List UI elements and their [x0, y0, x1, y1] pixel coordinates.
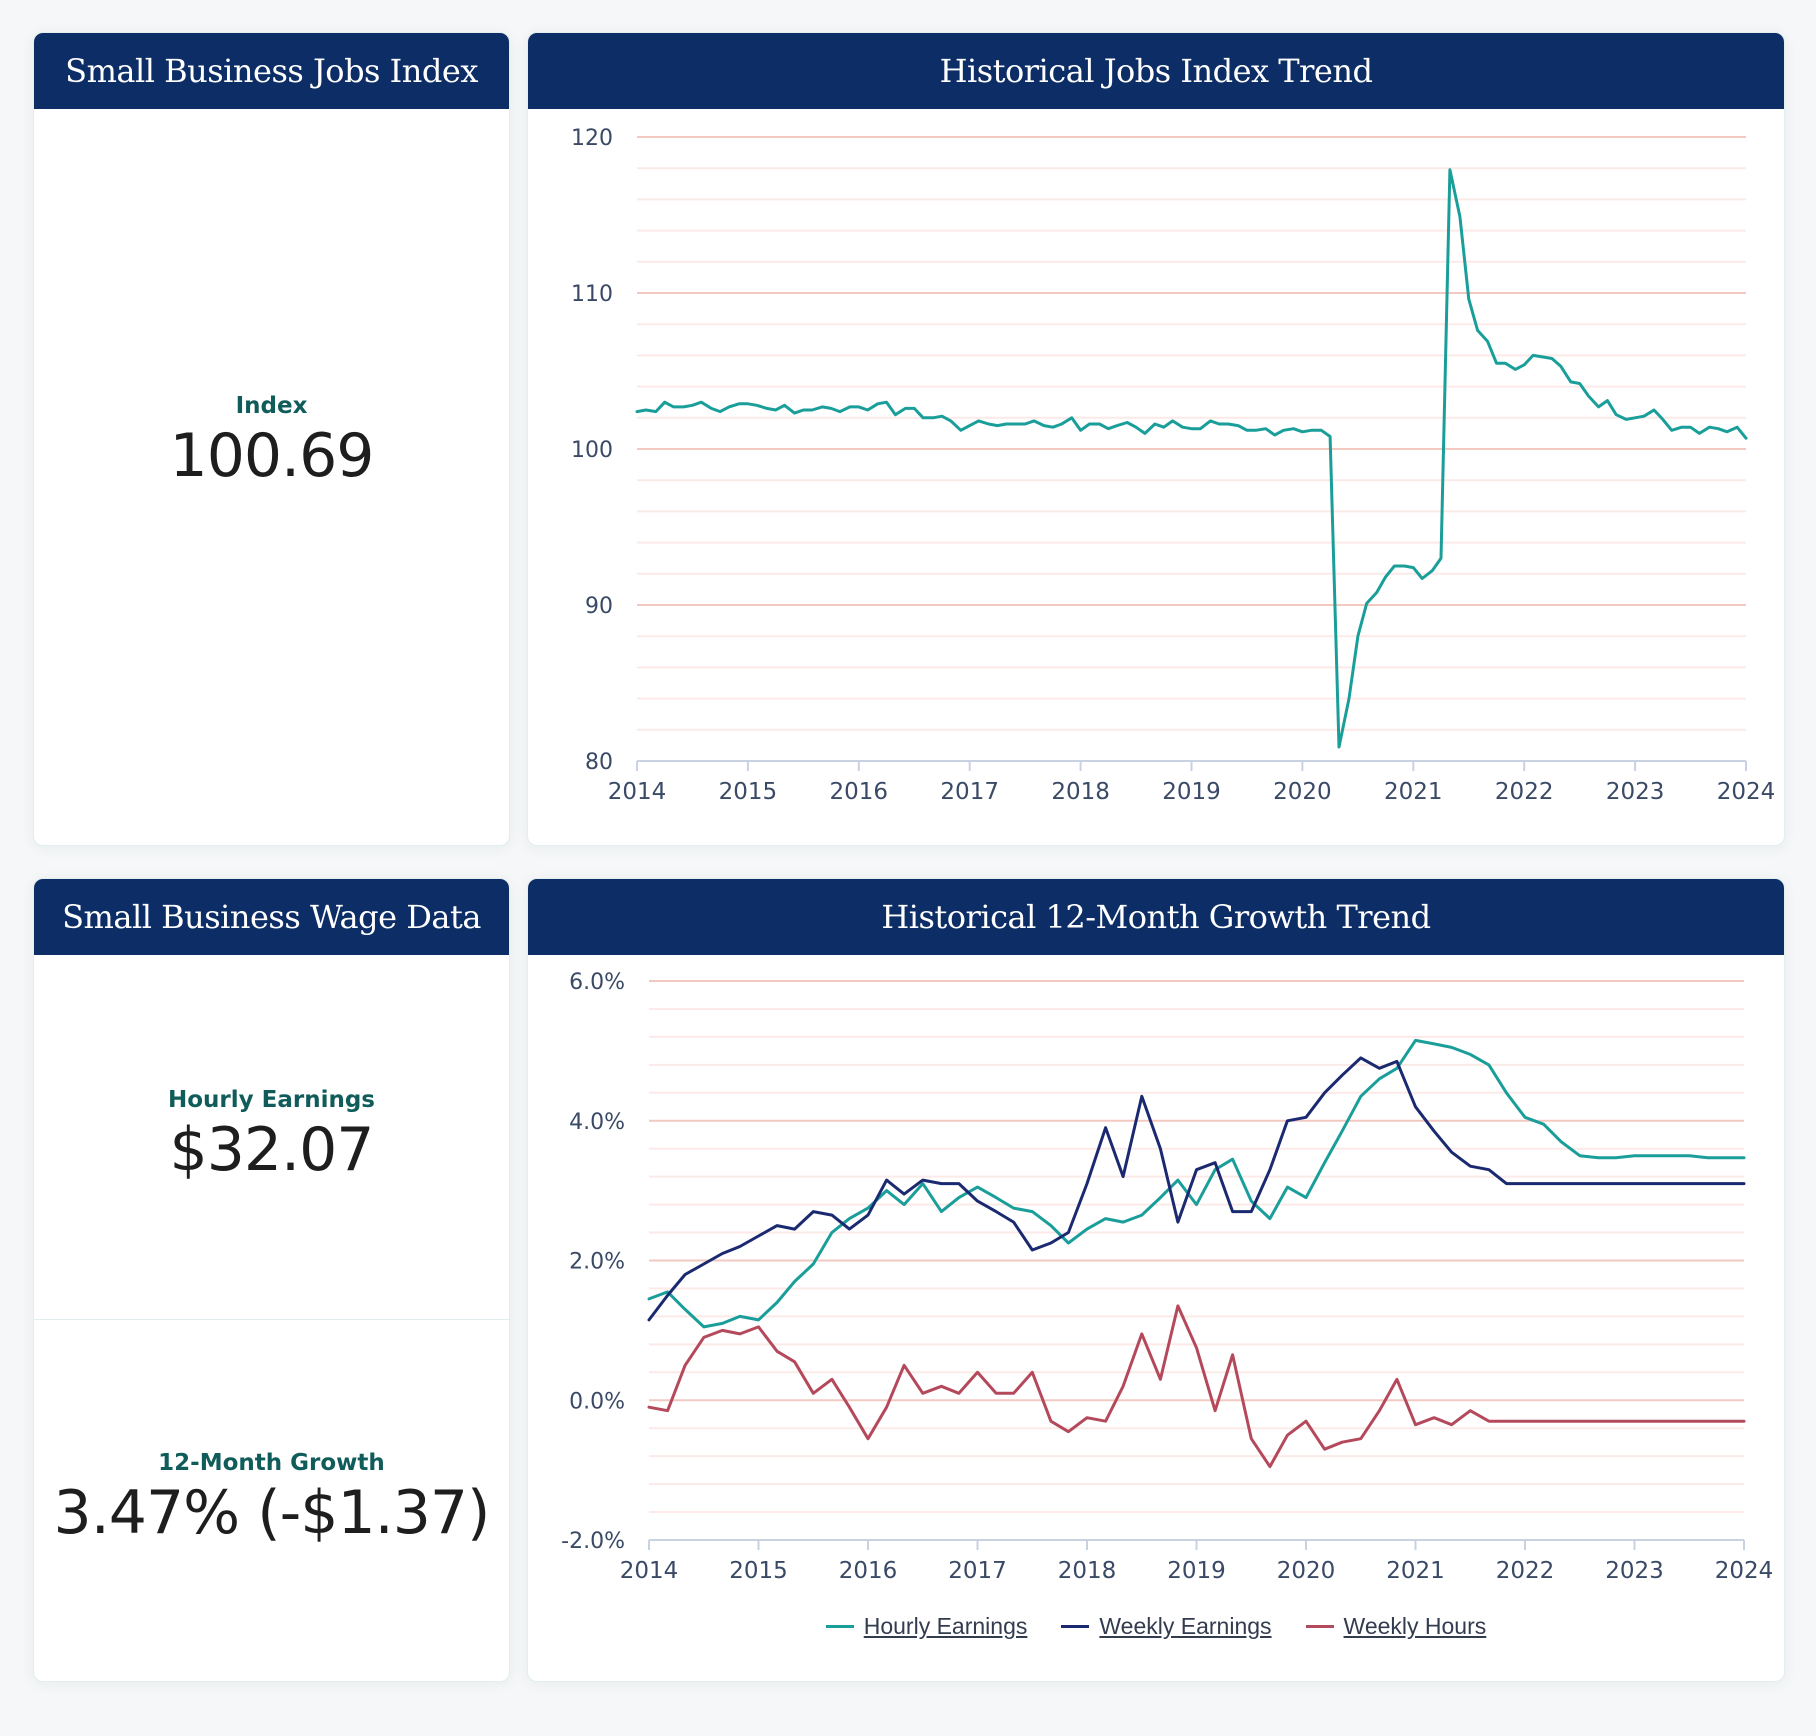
wage-data-card-title: Small Business Wage Data [34, 879, 509, 955]
x-tick-label: 2020 [1273, 779, 1332, 805]
y-tick-label: 110 [571, 282, 613, 307]
x-tick-label: 2017 [940, 779, 999, 805]
chart-legend: Hourly Earnings Weekly Earnings Weekly H… [528, 1613, 1784, 1640]
x-tick-label: 2016 [830, 779, 889, 805]
y-tick-label: 0.0% [569, 1389, 625, 1414]
y-tick-label: 100 [571, 438, 613, 463]
wage-data-card: Small Business Wage Data Hourly Earnings… [33, 878, 510, 1682]
y-tick-label: 4.0% [569, 1110, 625, 1135]
legend-label-weekly-earnings: Weekly Earnings [1099, 1613, 1272, 1639]
legend-item-weekly-earnings[interactable]: Weekly Earnings [1061, 1613, 1272, 1640]
hourly-earnings-metric: Hourly Earnings $32.07 [34, 1087, 509, 1185]
metric-divider [34, 1319, 509, 1320]
legend-swatch-weekly-earnings [1061, 1625, 1090, 1628]
x-tick-label: 2017 [948, 1558, 1007, 1584]
x-tick-label: 2018 [1058, 1558, 1117, 1584]
x-tick-label: 2018 [1051, 779, 1110, 805]
jobs-trend-card: Historical Jobs Index Trend 80 90 100 110 12… [527, 32, 1785, 846]
y-tick-label: 80 [585, 750, 613, 775]
y-tick-label: -2.0% [561, 1529, 625, 1554]
legend-label-hourly-earnings: Hourly Earnings [863, 1613, 1028, 1639]
x-tick-label: 2022 [1495, 779, 1554, 805]
jobs-index-card: Small Business Jobs Index Index 100.69 [33, 32, 510, 846]
x-tick-label: 2014 [620, 1558, 679, 1584]
growth-trend-card: Historical 12-Month Growth Trend -2.0% 0.… [527, 878, 1785, 1682]
y-tick-label: 6.0% [569, 970, 625, 995]
x-tick-label: 2023 [1605, 1558, 1664, 1584]
series-line-jobs-index [635, 168, 1748, 749]
x-tick-label: 2016 [839, 1558, 898, 1584]
x-tick-label: 2020 [1277, 1558, 1336, 1584]
y-tick-label: 90 [585, 594, 613, 619]
series-line-weekly-hours [647, 1304, 1746, 1469]
x-tick-label: 2022 [1496, 1558, 1555, 1584]
x-tick-label: 2021 [1386, 1558, 1445, 1584]
legend-item-weekly-hours[interactable]: Weekly Hours [1305, 1613, 1487, 1640]
y-tick-label: 2.0% [569, 1250, 625, 1275]
growth-trend-card-title: Historical 12-Month Growth Trend [528, 879, 1784, 955]
legend-label-weekly-hours: Weekly Hours [1343, 1613, 1487, 1639]
hourly-earnings-label: Hourly Earnings [167, 1087, 375, 1113]
legend-swatch-hourly-earnings [825, 1625, 854, 1628]
x-tick-label: 2024 [1717, 779, 1776, 805]
growth-metric: 12-Month Growth 3.47% (-$1.37) [34, 1450, 509, 1548]
y-tick-label: 120 [571, 126, 613, 151]
x-tick-label: 2023 [1606, 779, 1665, 805]
legend-item-hourly-earnings[interactable]: Hourly Earnings [825, 1613, 1028, 1640]
index-value: 100.69 [169, 421, 375, 491]
x-tick-label: 2019 [1167, 1558, 1226, 1584]
x-tick-label: 2015 [719, 779, 778, 805]
x-tick-label: 2015 [729, 1558, 788, 1584]
x-tick-label: 2021 [1384, 779, 1443, 805]
jobs-trend-card-title: Historical Jobs Index Trend [528, 33, 1784, 109]
jobs-index-chart: 80 90 100 110 120 2014 2015 2016 2017 2018 2019 202… [571, 126, 1776, 805]
jobs-index-card-title: Small Business Jobs Index [34, 33, 509, 109]
x-tick-label: 2024 [1715, 1558, 1774, 1584]
x-tick-label: 2014 [608, 779, 667, 805]
series-line-weekly-earnings [647, 1056, 1746, 1322]
x-tick-label: 2019 [1162, 779, 1221, 805]
growth-trend-chart: -2.0% 0.0% 2.0% 4.0% 6.0% 2014 2015 2016 2017 201… [561, 970, 1774, 1584]
growth-label: 12-Month Growth [158, 1450, 385, 1476]
legend-swatch-weekly-hours [1305, 1625, 1334, 1628]
hourly-earnings-value: $32.07 [169, 1115, 375, 1185]
growth-value: 3.47% (-$1.37) [53, 1478, 491, 1548]
index-label: Index [235, 393, 308, 419]
jobs-index-metric: Index 100.69 [34, 393, 509, 491]
